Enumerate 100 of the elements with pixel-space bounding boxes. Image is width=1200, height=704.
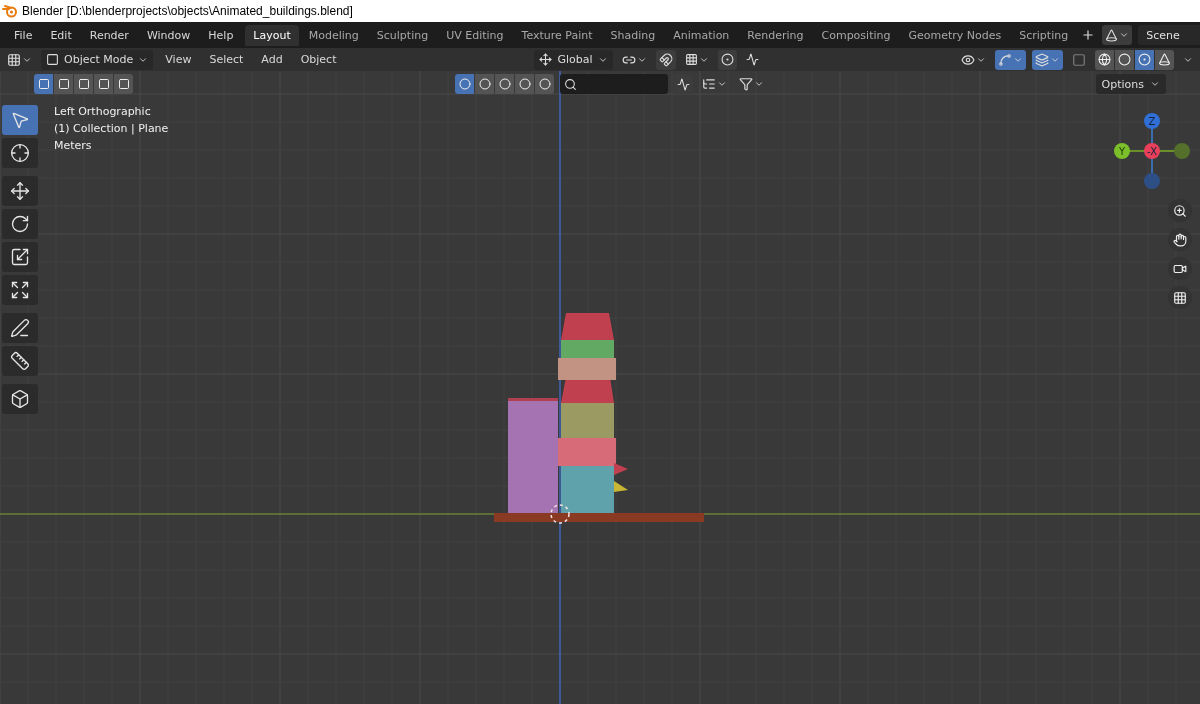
display-filter-button[interactable] (495, 74, 514, 94)
object-mode-icon (46, 53, 59, 66)
magnet-icon (658, 52, 673, 67)
orientation-icon (539, 53, 553, 66)
xray-icon (1072, 52, 1086, 67)
add-cube-tool[interactable] (2, 384, 38, 414)
caret-icon (1150, 79, 1160, 89)
rotate-icon (10, 214, 30, 234)
workspace-tab[interactable]: Layout (245, 24, 299, 46)
display-filter-icon (458, 78, 471, 90)
proportional-editing-toggle[interactable] (717, 49, 737, 70)
search-field[interactable] (560, 74, 668, 94)
3d-cursor (550, 504, 570, 524)
caret-icon (754, 79, 764, 89)
cursor-icon (10, 143, 30, 163)
menu-item[interactable]: File (6, 25, 41, 45)
scene-field[interactable]: Scene (1138, 25, 1200, 45)
select-box-tool[interactable] (2, 105, 38, 135)
select-mode-button[interactable] (94, 74, 113, 94)
solid-icon (1118, 53, 1131, 66)
eye-icon (961, 52, 975, 67)
workspace-tab[interactable]: Texture Paint (513, 24, 601, 46)
select-mode-button[interactable] (34, 74, 53, 94)
display-filter-button[interactable] (535, 74, 554, 94)
zoom-icon (1173, 203, 1187, 218)
material-icon (1138, 53, 1151, 66)
menu-item[interactable]: Window (138, 25, 199, 45)
wireframe-shading-button[interactable] (1095, 49, 1114, 70)
header-menu-item[interactable]: Select (203, 51, 250, 68)
header-menu-item[interactable]: Add (255, 51, 289, 68)
options-dropdown[interactable]: Options (1095, 74, 1166, 94)
cursor-tool[interactable] (2, 138, 38, 168)
transform-icon (10, 280, 30, 300)
orientation-dropdown[interactable]: Global (534, 49, 613, 70)
overlays-button[interactable] (1032, 49, 1063, 70)
workspace-tab[interactable]: Shading (602, 24, 664, 46)
caret-icon (717, 79, 727, 89)
snap-toggle[interactable] (655, 49, 676, 70)
pan-button[interactable] (1168, 228, 1192, 251)
hand-icon (1173, 232, 1187, 247)
select-mode-icon (37, 78, 50, 90)
overlays-icon (1035, 52, 1049, 67)
move-icon (10, 181, 30, 201)
measure-tool[interactable] (2, 346, 38, 376)
zoom-button[interactable] (1168, 199, 1192, 222)
viewport-info-text: Left Orthographic (54, 105, 152, 118)
solid-shading-button[interactable] (1115, 49, 1134, 70)
display-filter-icon (478, 78, 491, 90)
rendered-shading-button[interactable] (1155, 49, 1174, 70)
select-box-icon (10, 110, 30, 130)
move-tool[interactable] (2, 176, 38, 206)
rendered-icon (1158, 53, 1171, 66)
add-cube-icon (10, 389, 30, 409)
scale-icon (10, 247, 30, 267)
workspace-tab[interactable]: Geometry Nodes (900, 24, 1010, 46)
plus-icon (1081, 28, 1096, 42)
caret-icon (1119, 30, 1130, 40)
workspace-tab[interactable]: Rendering (739, 24, 812, 46)
display-filter-button[interactable] (515, 74, 534, 94)
wireframe-icon (1098, 53, 1111, 66)
gizmos-button[interactable] (995, 49, 1026, 70)
rotate-tool[interactable] (2, 209, 38, 239)
workspace-tab[interactable]: UV Editing (438, 24, 512, 46)
workspace-tab[interactable]: Compositing (813, 24, 899, 46)
perspective-toggle[interactable] (1168, 286, 1192, 309)
proportional-icon (720, 53, 734, 66)
select-mode-button[interactable] (54, 74, 73, 94)
menu-item[interactable]: Help (200, 25, 242, 45)
camera-view-button[interactable] (1168, 257, 1192, 280)
curve-icon (677, 77, 690, 91)
select-mode-button[interactable] (74, 74, 93, 94)
header-menu-item[interactable]: View (159, 51, 198, 68)
mode-dropdown[interactable]: Object Mode (41, 49, 154, 70)
annotate-tool[interactable] (2, 313, 38, 343)
search-icon (564, 77, 577, 91)
display-filter-icon (498, 78, 511, 90)
display-filter-button[interactable] (455, 74, 474, 94)
select-mode-icon (97, 78, 110, 90)
workspace-tab[interactable]: Animation (665, 24, 738, 46)
material-shading-button[interactable] (1135, 49, 1154, 70)
transform-tool[interactable] (2, 275, 38, 305)
scene-selector-button[interactable] (1102, 25, 1133, 45)
navigation-gizmo[interactable]: Z Y -X (1110, 105, 1194, 197)
workspace-tab[interactable]: Sculpting (368, 24, 437, 46)
select-mode-button[interactable] (114, 74, 133, 94)
workspace-tab[interactable]: Modeling (300, 24, 367, 46)
workspace-tab[interactable]: Scripting (1011, 24, 1077, 46)
list-tree-icon (702, 77, 716, 91)
annotate-icon (10, 318, 30, 338)
menu-item[interactable]: Edit (42, 25, 80, 45)
display-filter-icon (538, 78, 551, 90)
header-menu-item[interactable]: Object (294, 51, 343, 68)
select-mode-icon (57, 78, 70, 90)
viewport-info-text: (1) Collection | Plane (54, 122, 169, 135)
grid-icon (1173, 290, 1187, 305)
scale-tool[interactable] (2, 242, 38, 272)
filter-icon (739, 77, 753, 91)
select-mode-icon (77, 78, 90, 90)
display-filter-button[interactable] (475, 74, 494, 94)
menu-item[interactable]: Render (81, 25, 137, 45)
